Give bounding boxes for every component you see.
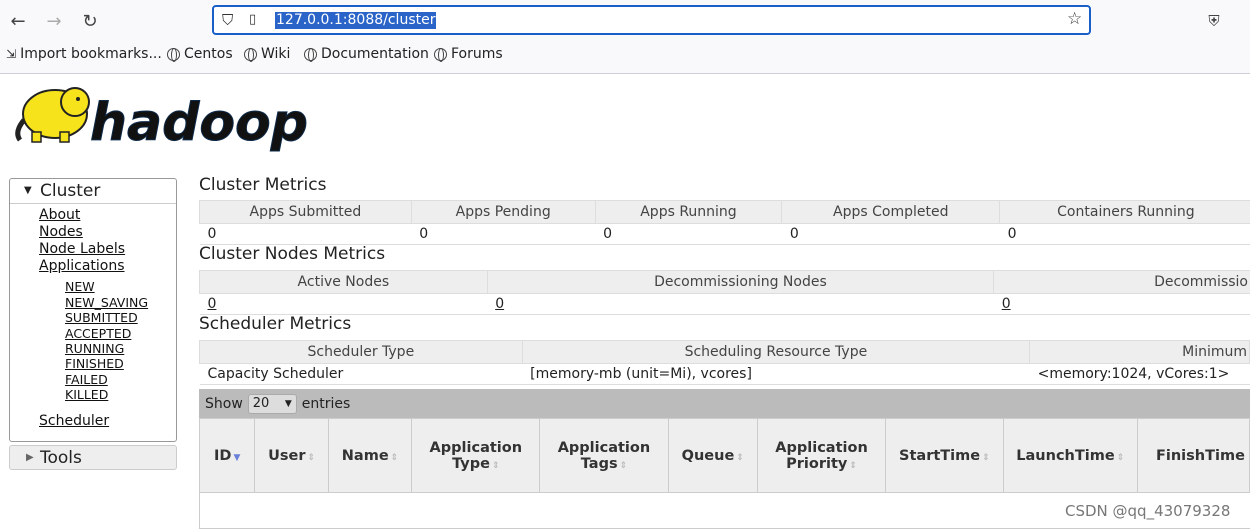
val-apps-submitted: 0	[199, 223, 412, 245]
val-decommissioning-nodes[interactable]: 0	[487, 293, 994, 315]
nav-node-labels[interactable]: Node Labels	[39, 241, 125, 257]
col-active-nodes: Active Nodes	[199, 270, 488, 294]
col-scheduler-type: Scheduler Type	[199, 340, 523, 364]
col-application-tags[interactable]: Application Tags ⇕	[539, 418, 669, 493]
sort-icon: ⇕	[982, 452, 990, 463]
val-scheduler-type: Capacity Scheduler	[199, 363, 523, 385]
nav-app-submitted[interactable]: SUBMITTED	[65, 310, 138, 325]
nav-scheduler[interactable]: Scheduler	[39, 413, 109, 429]
reload-icon[interactable]: ↻	[77, 8, 103, 34]
globe-icon	[167, 47, 180, 62]
col-minimum-allocation: Minimum	[1029, 340, 1250, 364]
import-icon: ⇲	[6, 47, 17, 61]
star-icon[interactable]: ☆	[1067, 9, 1082, 29]
scheduler-metrics-table: Scheduler Type Scheduling Resource Type …	[199, 340, 1250, 385]
sort-icon: ⇕	[1116, 452, 1125, 463]
col-application-type[interactable]: Application Type ⇕	[411, 418, 541, 493]
col-finishtime[interactable]: FinishTime	[1136, 418, 1250, 493]
applications-table-header: ID ▼ User ⇕ Name ⇕ Application Type ⇕ Applic…	[198, 418, 1250, 493]
col-apps-completed: Apps Completed	[781, 200, 1001, 224]
cluster-nav-box: ▼ Cluster About Nodes Node Labels Applica…	[9, 178, 177, 442]
globe-icon	[434, 47, 447, 62]
val-apps-completed: 0	[781, 223, 1000, 245]
nodes-metrics-table: Active Nodes Decommissioning Nodes Decom…	[199, 270, 1250, 315]
bookmark-centos[interactable]: Centos	[167, 46, 233, 62]
col-id[interactable]: ID ▼	[198, 418, 256, 493]
val-decommissioned[interactable]: 0	[993, 293, 1250, 315]
sort-icon: ⇕	[736, 452, 744, 463]
sort-asc-icon: ▼	[233, 452, 241, 463]
val-apps-pending: 0	[411, 223, 596, 245]
shield-icon[interactable]: ⛉	[222, 11, 233, 29]
caret-down-icon: ▼	[24, 185, 32, 196]
watermark: CSDN @qq_43079328	[1065, 502, 1231, 520]
nav-app-accepted[interactable]: ACCEPTED	[65, 326, 131, 341]
globe-icon	[244, 47, 257, 62]
col-decommissioned: Decommissio	[993, 270, 1250, 294]
col-starttime[interactable]: StartTime ⇕	[885, 418, 1004, 493]
col-scheduling-resource-type: Scheduling Resource Type	[521, 340, 1031, 364]
val-active-nodes[interactable]: 0	[199, 293, 488, 315]
nav-about[interactable]: About	[39, 207, 80, 223]
bookmarks-bar: ⇲ Import bookmarks... Centos Wiki Documen…	[0, 44, 1250, 68]
cluster-metrics-title: Cluster Metrics	[199, 175, 327, 195]
url-text[interactable]: 127.0.0.1:8088/cluster	[275, 12, 437, 29]
pocket-icon[interactable]: ⛨	[1201, 8, 1227, 34]
tools-nav-box[interactable]: ▶ Tools	[9, 445, 177, 470]
nodes-metrics-title: Cluster Nodes Metrics	[199, 244, 386, 264]
show-label: Show	[205, 395, 243, 412]
svg-text:hadoop: hadoop	[90, 93, 308, 153]
sort-icon: ⇕	[849, 460, 857, 471]
bookmark-wiki[interactable]: Wiki	[244, 46, 290, 62]
col-name[interactable]: Name ⇕	[327, 418, 413, 493]
sort-icon: ⇕	[619, 460, 628, 471]
globe-icon	[304, 47, 317, 62]
entries-label: entries	[301, 395, 351, 412]
url-bar[interactable]: ⛉ ▯ 127.0.0.1:8088/cluster ☆	[212, 5, 1091, 35]
hadoop-logo[interactable]: hadoop	[10, 82, 310, 158]
val-scheduling-resource-type: [memory-mb (unit=Mi), vcores]	[522, 363, 1030, 385]
col-application-priority[interactable]: Application Priority ⇕	[756, 418, 887, 493]
chevron-down-icon: ▼	[284, 398, 292, 409]
sort-icon: ⇕	[307, 452, 316, 463]
col-containers-running: Containers Running	[999, 200, 1250, 224]
nav-app-killed[interactable]: KILLED	[65, 387, 108, 402]
entries-select[interactable]: 20 ▼	[247, 393, 297, 414]
page-icon: ▯	[249, 12, 257, 27]
elephant-logo-icon: hadoop	[15, 87, 309, 154]
nav-nodes[interactable]: Nodes	[39, 224, 83, 240]
cluster-header[interactable]: ▼ Cluster	[10, 179, 176, 204]
col-user[interactable]: User ⇕	[254, 418, 329, 493]
col-queue[interactable]: Queue ⇕	[667, 418, 758, 493]
sort-icon: ⇕	[491, 460, 500, 471]
forward-icon[interactable]: →	[41, 8, 67, 34]
val-minimum-allocation: <memory:1024, vCores:1>	[1029, 363, 1250, 385]
val-containers-running: 0	[999, 223, 1250, 245]
nav-applications[interactable]: Applications	[39, 258, 125, 274]
bookmark-forums[interactable]: Forums	[434, 46, 503, 62]
col-decommissioning-nodes: Decommissioning Nodes	[486, 270, 995, 294]
nav-app-finished[interactable]: FINISHED	[65, 356, 124, 371]
browser-chrome: ← → ↻ ⛉ ▯ 127.0.0.1:8088/cluster ☆ ⛨ ⇲ Im…	[0, 0, 1250, 74]
col-apps-pending: Apps Pending	[410, 200, 596, 224]
sort-icon: ⇕	[390, 452, 399, 463]
col-apps-running: Apps Running	[594, 200, 783, 224]
cluster-metrics-table: Apps Submitted Apps Pending Apps Running…	[199, 200, 1250, 245]
col-apps-submitted: Apps Submitted	[199, 200, 412, 224]
entries-bar: Show 20 ▼ entries	[199, 389, 1250, 418]
nav-app-new[interactable]: NEW	[65, 279, 95, 294]
nav-app-failed[interactable]: FAILED	[65, 372, 108, 387]
scheduler-metrics-title: Scheduler Metrics	[199, 314, 352, 334]
bookmark-import[interactable]: ⇲ Import bookmarks...	[6, 46, 162, 62]
nav-app-new-saving[interactable]: NEW_SAVING	[65, 295, 148, 310]
col-launchtime[interactable]: LaunchTime ⇕	[1002, 418, 1138, 493]
nav-app-running[interactable]: RUNNING	[65, 341, 124, 356]
caret-right-icon: ▶	[26, 452, 34, 463]
val-apps-running: 0	[595, 223, 782, 245]
bookmark-documentation[interactable]: Documentation	[304, 46, 429, 62]
back-icon[interactable]: ←	[5, 8, 31, 34]
